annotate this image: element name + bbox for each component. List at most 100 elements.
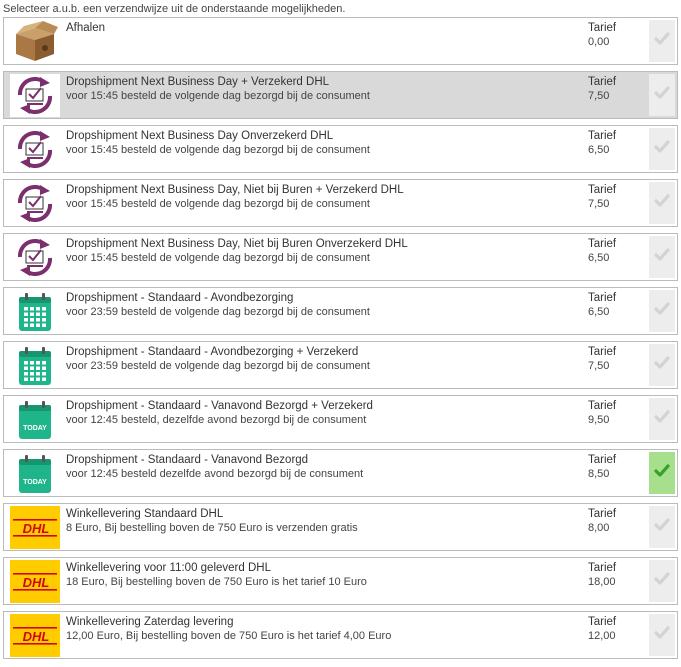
svg-text:DHL: DHL xyxy=(23,629,50,644)
shipping-option-row[interactable]: Dropshipment - Standaard - Avondbezorgin… xyxy=(3,287,678,335)
checkmark-icon xyxy=(654,31,670,51)
option-description: 8 Euro, Bij bestelling boven de 750 Euro… xyxy=(66,522,358,534)
checkmark-icon xyxy=(654,409,670,429)
option-description: voor 23:59 besteld de volgende dag bezor… xyxy=(66,306,370,318)
tarief-value: 0,00 xyxy=(588,36,610,48)
tarief-label: Tarief xyxy=(588,400,617,412)
svg-text:DHL: DHL xyxy=(23,521,50,536)
option-title: Dropshipment Next Business Day + Verzeke… xyxy=(66,76,330,88)
checkmark-icon xyxy=(654,355,670,375)
shipping-option-row[interactable]: DHL Winkellevering Zaterdag levering 12,00… xyxy=(3,611,678,659)
select-check-button[interactable] xyxy=(649,506,675,548)
select-check-button[interactable] xyxy=(649,344,675,386)
option-title: Dropshipment - Standaard - Vanavond Bezo… xyxy=(66,454,309,466)
svg-text:TODAY: TODAY xyxy=(23,425,47,432)
tarief-value: 6,50 xyxy=(588,144,610,156)
option-description: voor 12:45 besteld, dezelfde avond bezor… xyxy=(66,414,367,426)
tarief-label: Tarief xyxy=(588,22,617,34)
option-description: voor 15:45 besteld de volgende dag bezor… xyxy=(66,252,370,264)
checkmark-icon xyxy=(654,571,670,591)
shipping-option-row[interactable]: Afhalen Tarief 0,00 xyxy=(3,17,678,65)
option-description: 12,00 Euro, Bij bestelling boven de 750 … xyxy=(66,630,392,642)
tarief-label: Tarief xyxy=(588,238,617,250)
shipping-option-row[interactable]: TODAY Dropshipment - Standaard - Vanavond… xyxy=(3,449,678,497)
box-icon xyxy=(10,20,60,63)
option-title: Dropshipment Next Business Day, Niet bij… xyxy=(66,184,404,196)
select-check-button[interactable] xyxy=(649,128,675,170)
dhl-logo: DHL xyxy=(10,614,60,657)
tarief-value: 7,50 xyxy=(588,90,610,102)
shipping-option-row[interactable]: DHL Winkellevering voor 11:00 geleverd DH… xyxy=(3,557,678,605)
select-check-button[interactable] xyxy=(649,398,675,440)
option-title: Dropshipment - Standaard - Vanavond Bezo… xyxy=(66,400,373,412)
tarief-value: 9,50 xyxy=(588,414,610,426)
checkmark-icon xyxy=(654,193,670,213)
option-title: Winkellevering Standaard DHL xyxy=(66,508,224,520)
tarief-label: Tarief xyxy=(588,508,617,520)
shipping-option-row[interactable]: Dropshipment Next Business Day Onverzeke… xyxy=(3,125,678,173)
option-title: Afhalen xyxy=(66,22,106,34)
tarief-label: Tarief xyxy=(588,616,617,628)
option-description: 18 Euro, Bij bestelling boven de 750 Eur… xyxy=(66,576,367,588)
select-check-button[interactable] xyxy=(649,614,675,656)
tarief-value: 6,50 xyxy=(588,252,610,264)
option-description: voor 15:45 besteld de volgende dag bezor… xyxy=(66,144,370,156)
calendar-icon xyxy=(10,290,60,333)
tarief-label: Tarief xyxy=(588,76,617,88)
calendar-today-icon: TODAY xyxy=(10,398,60,441)
tarief-value: 6,50 xyxy=(588,306,610,318)
option-description: voor 15:45 besteld de volgende dag bezor… xyxy=(66,198,370,210)
select-check-button[interactable] xyxy=(649,20,675,62)
select-check-button[interactable] xyxy=(649,560,675,602)
select-check-button[interactable] xyxy=(649,452,675,494)
intro-text: Selecteer a.u.b. een verzendwijze uit de… xyxy=(3,3,346,15)
tarief-label: Tarief xyxy=(588,562,617,574)
tarief-value: 12,00 xyxy=(588,630,616,642)
tarief-label: Tarief xyxy=(588,184,617,196)
checkmark-icon xyxy=(654,301,670,321)
tarief-label: Tarief xyxy=(588,454,617,466)
option-description: voor 15:45 besteld de volgende dag bezor… xyxy=(66,90,370,102)
shipping-option-row[interactable]: Dropshipment Next Business Day, Niet bij… xyxy=(3,179,678,227)
checkmark-icon xyxy=(654,139,670,159)
shipping-option-row[interactable]: TODAY Dropshipment - Standaard - Vanavond… xyxy=(3,395,678,443)
calendar-icon xyxy=(10,344,60,387)
checkmark-icon xyxy=(654,247,670,267)
option-title: Dropshipment - Standaard - Avondbezorgin… xyxy=(66,292,294,304)
calendar-today-icon: TODAY xyxy=(10,452,60,495)
option-title: Winkellevering Zaterdag levering xyxy=(66,616,234,628)
tarief-label: Tarief xyxy=(588,130,617,142)
checkmark-icon xyxy=(654,517,670,537)
svg-text:TODAY: TODAY xyxy=(23,479,47,486)
next-day-icon xyxy=(10,128,60,171)
option-title: Dropshipment - Standaard - Avondbezorgin… xyxy=(66,346,359,358)
select-check-button[interactable] xyxy=(649,236,675,278)
option-title: Dropshipment Next Business Day Onverzeke… xyxy=(66,130,334,142)
tarief-value: 7,50 xyxy=(588,198,610,210)
tarief-value: 18,00 xyxy=(588,576,616,588)
tarief-label: Tarief xyxy=(588,292,617,304)
tarief-value: 8,00 xyxy=(588,522,610,534)
option-title: Dropshipment Next Business Day, Niet bij… xyxy=(66,238,408,250)
tarief-value: 8,50 xyxy=(588,468,610,480)
option-description: voor 23:59 besteld de volgende dag bezor… xyxy=(66,360,370,372)
dhl-logo: DHL xyxy=(10,560,60,603)
shipping-option-row[interactable]: Dropshipment Next Business Day + Verzeke… xyxy=(3,71,678,119)
shipping-option-row[interactable]: DHL Winkellevering Standaard DHL 8 Euro, B… xyxy=(3,503,678,551)
tarief-value: 7,50 xyxy=(588,360,610,372)
select-check-button[interactable] xyxy=(649,290,675,332)
option-title: Winkellevering voor 11:00 geleverd DHL xyxy=(66,562,271,574)
next-day-icon xyxy=(10,74,60,117)
select-check-button[interactable] xyxy=(649,74,675,116)
checkmark-icon xyxy=(654,625,670,645)
option-description: voor 12:45 besteld dezelfde avond bezorg… xyxy=(66,468,364,480)
shipping-option-row[interactable]: Dropshipment - Standaard - Avondbezorgin… xyxy=(3,341,678,389)
shipping-option-row[interactable]: Dropshipment Next Business Day, Niet bij… xyxy=(3,233,678,281)
svg-text:DHL: DHL xyxy=(23,575,50,590)
select-check-button[interactable] xyxy=(649,182,675,224)
dhl-logo: DHL xyxy=(10,506,60,549)
next-day-icon xyxy=(10,236,60,279)
next-day-icon xyxy=(10,182,60,225)
tarief-label: Tarief xyxy=(588,346,617,358)
checkmark-icon xyxy=(654,85,670,105)
